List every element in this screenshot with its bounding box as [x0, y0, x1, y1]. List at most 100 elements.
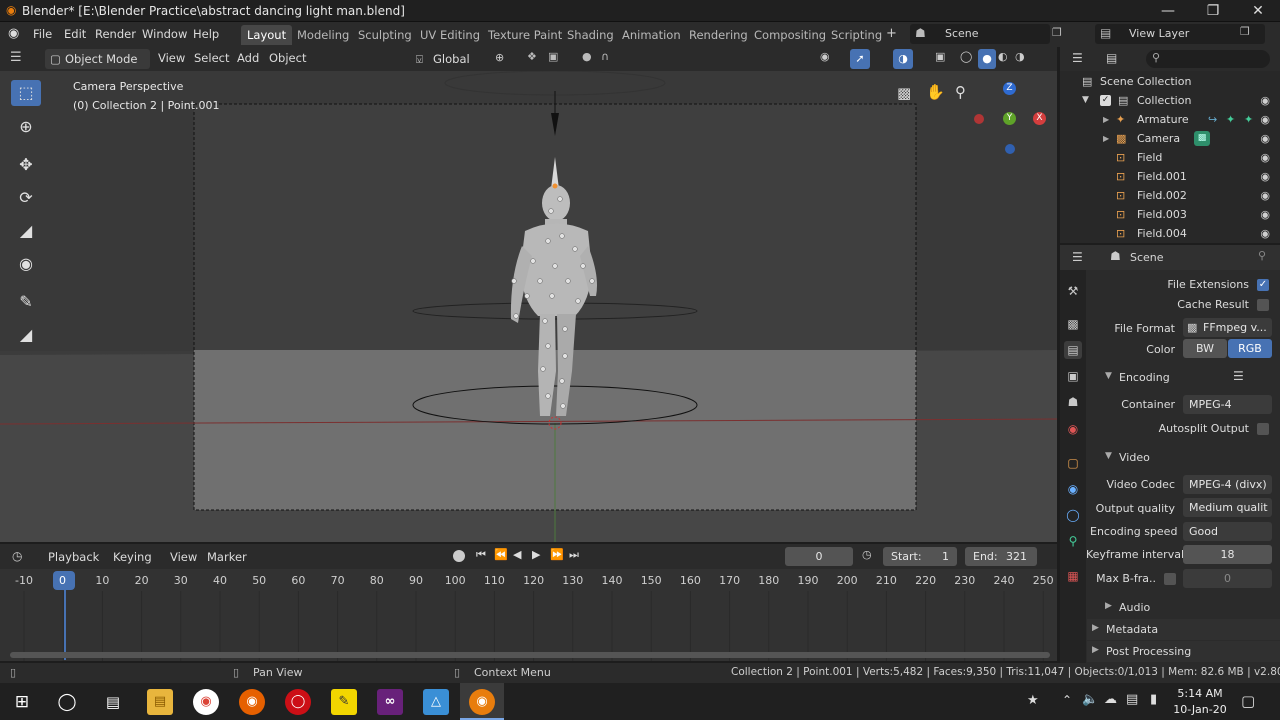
timeline-menu-playback[interactable]: Playback: [48, 550, 99, 564]
copy-view-layer-icon[interactable]: ❐: [1240, 25, 1250, 38]
viewport-menu-add[interactable]: Add: [237, 51, 259, 65]
tab-layout[interactable]: Layout: [241, 25, 293, 45]
eye-icon[interactable]: ◉: [1260, 224, 1270, 243]
outliner-editor-icon[interactable]: ☰: [1072, 51, 1083, 65]
gizmo-neg-x[interactable]: [974, 114, 984, 124]
scale-tool[interactable]: ◢: [11, 218, 41, 244]
visual-studio-icon[interactable]: ∞: [377, 689, 403, 715]
expand-arrow-icon[interactable]: ▼: [1082, 91, 1089, 110]
file-explorer-icon[interactable]: ▤: [147, 689, 173, 715]
network-icon[interactable]: ▤: [1126, 692, 1138, 707]
outliner-collection[interactable]: ▼ ✓ ▤ Collection ◉: [1060, 91, 1280, 110]
tab-uv-editing[interactable]: UV Editing: [414, 25, 486, 45]
material-shading-icon[interactable]: ◐: [998, 50, 1008, 63]
onedrive-icon[interactable]: ☁: [1104, 692, 1117, 707]
max-bframes-checkbox[interactable]: [1164, 573, 1176, 585]
expand-arrow-icon[interactable]: ▶: [1103, 129, 1109, 148]
viewport-menu-view[interactable]: View: [158, 51, 185, 65]
gizmo-y-axis[interactable]: Y: [1003, 112, 1016, 125]
frame-end-field[interactable]: End: 321: [965, 547, 1037, 566]
eye-icon[interactable]: ◉: [1260, 148, 1270, 167]
solid-shading-icon[interactable]: ●: [978, 49, 996, 69]
transform-tool[interactable]: ◉: [11, 251, 41, 277]
audio-section[interactable]: Audio: [1119, 601, 1150, 614]
encoding-speed-dropdown[interactable]: Good: [1183, 522, 1272, 541]
outliner-item-field-004[interactable]: ⊡ Field.004 ◉: [1060, 224, 1280, 243]
battery-icon[interactable]: ▮: [1150, 692, 1157, 707]
color-rgb-button[interactable]: RGB: [1228, 339, 1272, 358]
people-icon[interactable]: ★: [1027, 693, 1039, 708]
metadata-panel-header[interactable]: ▶ Metadata: [1087, 619, 1280, 640]
properties-editor-icon[interactable]: ☰: [1072, 250, 1083, 264]
search-circle-icon[interactable]: ◯: [54, 689, 80, 715]
play-icon[interactable]: ▶: [532, 548, 540, 561]
3d-viewer-icon[interactable]: △: [423, 689, 449, 715]
chrome-icon[interactable]: ◉: [193, 689, 219, 715]
tab-animation[interactable]: Animation: [616, 25, 687, 45]
output-quality-dropdown[interactable]: Medium qualit: [1183, 498, 1272, 517]
overlay-toggle-icon[interactable]: ◑: [893, 49, 913, 69]
visibility-icon[interactable]: ◉: [820, 50, 830, 63]
world-tab-icon[interactable]: ◉: [1064, 420, 1082, 438]
notifications-icon[interactable]: ▢: [1241, 692, 1255, 710]
constraint-tab-icon[interactable]: ⚲: [1064, 532, 1082, 550]
timeline-menu-view[interactable]: View: [170, 550, 197, 564]
expand-arrow-icon[interactable]: ▶: [1092, 623, 1099, 633]
outliner-item-field-002[interactable]: ⊡ Field.002 ◉: [1060, 186, 1280, 205]
tab-scripting[interactable]: Scripting: [825, 25, 888, 45]
output-tab-icon[interactable]: ▤: [1064, 341, 1082, 359]
firefox-icon[interactable]: ◉: [239, 689, 265, 715]
expand-arrow-icon[interactable]: ▶: [1092, 645, 1099, 655]
tab-shading[interactable]: Shading: [561, 25, 620, 45]
outliner-item-field[interactable]: ⊡ Field ◉: [1060, 148, 1280, 167]
play-reverse-icon[interactable]: ◀: [513, 548, 521, 561]
editor-type-icon[interactable]: ☰: [10, 50, 22, 65]
cursor-tool[interactable]: ⊕: [11, 114, 41, 140]
timeline[interactable]: -10 10 20 30 40 50 60 70 80 90 100 110 120 130 140 150 1…: [0, 569, 1057, 661]
windows-start-icon[interactable]: ⊞: [9, 689, 35, 715]
timeline-menu-marker[interactable]: Marker: [207, 550, 247, 564]
view-layer-tab-icon[interactable]: ▣: [1064, 367, 1082, 385]
menu-help[interactable]: Help: [193, 27, 219, 41]
outliner-item-armature[interactable]: ▶ ✦ Armature ↪ ✦ ✦ ◉: [1060, 110, 1280, 129]
task-view-icon[interactable]: ▤: [100, 689, 126, 715]
blender-menu-icon[interactable]: ◉: [8, 26, 19, 41]
outliner-scene-collection[interactable]: ▤ Scene Collection: [1060, 72, 1280, 91]
eye-icon[interactable]: ◉: [1260, 91, 1270, 110]
wireframe-shading-icon[interactable]: ◯: [960, 50, 972, 63]
minimize-button[interactable]: —: [1146, 1, 1190, 21]
autosplit-checkbox[interactable]: [1257, 423, 1269, 435]
snap-target-icon[interactable]: ▣: [548, 50, 558, 63]
camera-view-icon[interactable]: ▩: [897, 84, 911, 102]
max-bframes-field[interactable]: 0: [1183, 569, 1272, 588]
3d-viewport[interactable]: Camera Perspective (0) Collection 2 | Po…: [0, 71, 1057, 542]
collapse-arrow-icon[interactable]: ▼: [1105, 371, 1112, 381]
gizmo-neg-z[interactable]: [1005, 144, 1015, 154]
menu-window[interactable]: Window: [142, 27, 187, 41]
video-codec-dropdown[interactable]: MPEG-4 (divx): [1183, 475, 1272, 494]
tab-texture-paint[interactable]: Texture Paint: [482, 25, 568, 45]
zoom-icon[interactable]: ⚲: [955, 83, 966, 101]
move-tool[interactable]: ✥: [11, 152, 41, 178]
eye-icon[interactable]: ◉: [1260, 129, 1270, 148]
container-dropdown[interactable]: MPEG-4: [1183, 395, 1272, 414]
menu-edit[interactable]: Edit: [64, 27, 86, 41]
timeline-menu-keying[interactable]: Keying: [113, 550, 152, 564]
eye-icon[interactable]: ◉: [1260, 186, 1270, 205]
outliner-item-field-003[interactable]: ⊡ Field.003 ◉: [1060, 205, 1280, 224]
eye-icon[interactable]: ◉: [1260, 205, 1270, 224]
render-tab-icon[interactable]: ▩: [1064, 315, 1082, 333]
close-button[interactable]: ✕: [1236, 1, 1280, 21]
mode-dropdown[interactable]: ▢ Object Mode: [45, 49, 150, 69]
opera-icon[interactable]: ◯: [285, 689, 311, 715]
tool-tab-icon[interactable]: ⚒: [1064, 282, 1082, 300]
orientation-dropdown[interactable]: ⍌ Global: [413, 49, 488, 69]
falloff-icon[interactable]: ∩: [601, 50, 609, 63]
menu-render[interactable]: Render: [95, 27, 136, 41]
outliner-item-field-001[interactable]: ⊡ Field.001 ◉: [1060, 167, 1280, 186]
modifier-tab-icon[interactable]: ◉: [1064, 480, 1082, 498]
gizmo-toggle-icon[interactable]: ➚: [850, 49, 870, 69]
current-frame-field[interactable]: 0: [785, 547, 853, 566]
expand-arrow-icon[interactable]: ▶: [1105, 601, 1112, 611]
cache-result-checkbox[interactable]: [1257, 299, 1269, 311]
